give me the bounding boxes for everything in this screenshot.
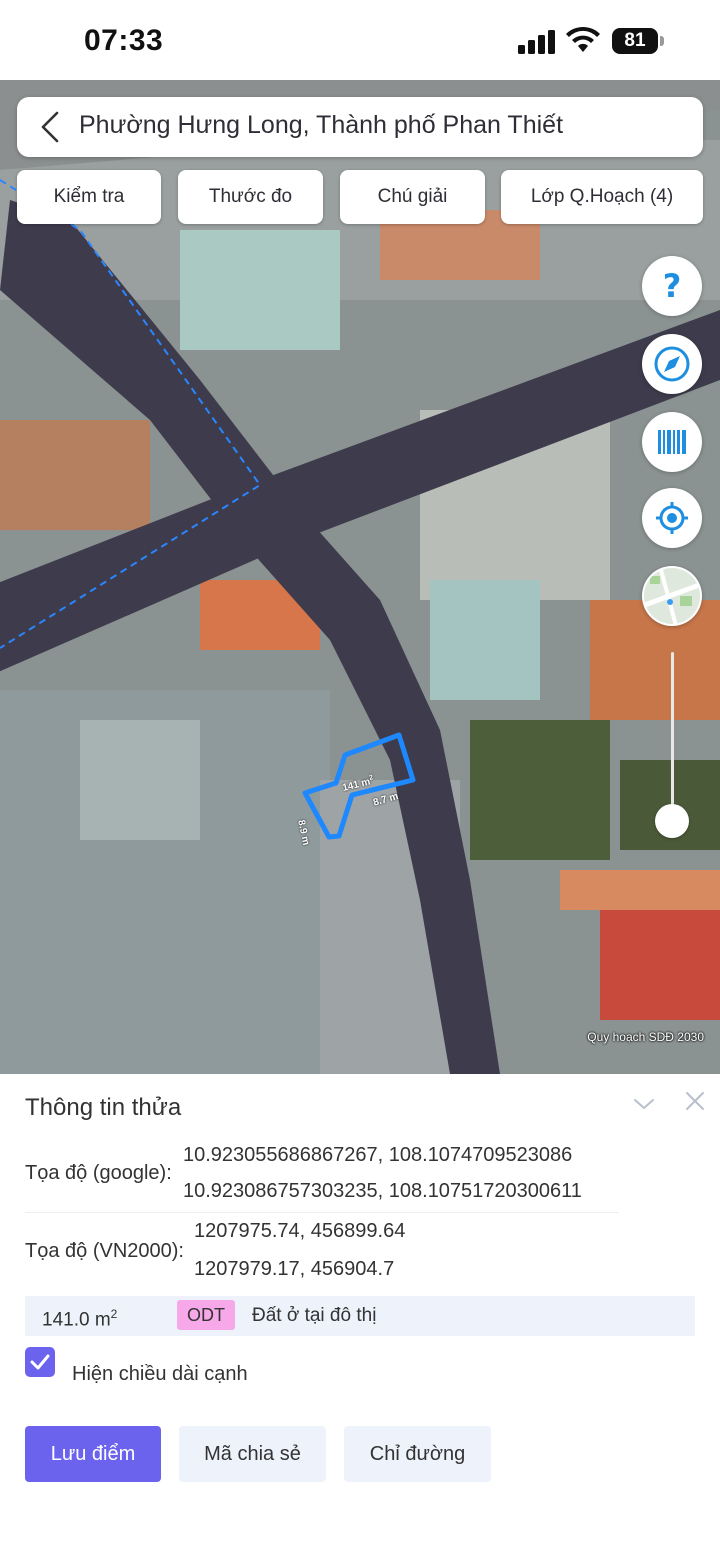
map-thumbnail-icon (644, 568, 700, 624)
land-use-row: 141.0 m2 ODT Đất ở tại đô thị (25, 1296, 695, 1336)
layers-button[interactable] (642, 412, 702, 472)
location-header[interactable]: Phường Hưng Long, Thành phố Phan Thiết (17, 97, 703, 157)
show-edge-lengths-checkbox[interactable] (25, 1347, 55, 1377)
show-edge-lengths-label[interactable]: Hiện chiều dài cạnh (72, 1363, 248, 1386)
vn2000-coords-label: Tọa độ (VN2000): (25, 1240, 184, 1262)
tab-legend[interactable]: Chú giải (340, 170, 485, 224)
cellular-signal-icon (518, 30, 556, 54)
directions-button[interactable]: Chỉ đường (344, 1426, 491, 1482)
google-coords-value-2: 10.923086757303235, 108.10751720300611 (183, 1180, 582, 1202)
status-time: 07:33 (84, 24, 164, 57)
help-button[interactable]: ? (642, 256, 702, 316)
barcode-icon (658, 430, 686, 454)
satellite-imagery (0, 80, 720, 1074)
question-mark-icon: ? (663, 267, 682, 305)
battery-level: 81 (612, 28, 658, 54)
tab-planning-layers[interactable]: Lớp Q.Hoạch (4) (501, 170, 703, 224)
crosshair-icon (656, 502, 688, 534)
zoom-slider-thumb[interactable] (655, 804, 689, 838)
chevron-down-icon[interactable] (632, 1092, 656, 1116)
tab-measure[interactable]: Thước đo (178, 170, 323, 224)
battery-icon: 81 (612, 28, 664, 54)
checkmark-icon (30, 1354, 50, 1370)
wifi-icon (566, 26, 600, 52)
share-code-button[interactable]: Mã chia sẻ (179, 1426, 326, 1482)
map-toolbar: Kiểm tra Thước đo Chú giải Lớp Q.Hoạch (… (17, 170, 703, 224)
save-point-button[interactable]: Lưu điểm (25, 1426, 161, 1482)
tab-check[interactable]: Kiểm tra (17, 170, 161, 224)
compass-button[interactable] (642, 334, 702, 394)
status-bar: 07:33 81 (0, 0, 720, 80)
land-area: 141.0 m2 (42, 1307, 118, 1331)
google-coords-value-1: 10.923055686867267, 108.1074709523086 (183, 1144, 573, 1166)
google-coords-label: Tọa độ (google): (25, 1162, 172, 1184)
location-title: Phường Hưng Long, Thành phố Phan Thiết (79, 111, 564, 139)
panel-title: Thông tin thửa (25, 1094, 182, 1121)
satellite-map[interactable]: 141 m2 8.7 m 8.9 m Phường Hưng Long, Thà… (0, 80, 720, 1074)
basemap-button[interactable] (642, 566, 702, 626)
land-code-badge: ODT (177, 1300, 235, 1330)
compass-icon (654, 346, 690, 382)
back-arrow-icon[interactable] (39, 111, 61, 143)
svg-text:?: ? (663, 267, 682, 305)
parcel-info-panel: Thông tin thửa Tọa độ (google): 10.92305… (0, 1074, 720, 1557)
divider (25, 1212, 619, 1213)
land-use-type: Đất ở tại đô thị (252, 1305, 377, 1326)
vn2000-coords-value-1: 1207975.74, 456899.64 (194, 1220, 406, 1242)
my-location-button[interactable] (642, 488, 702, 548)
close-icon[interactable] (684, 1090, 706, 1112)
map-attribution: Quy hoạch SDĐ 2030 (587, 1030, 704, 1044)
vn2000-coords-value-2: 1207979.17, 456904.7 (194, 1258, 395, 1280)
zoom-slider-track[interactable] (671, 652, 674, 824)
